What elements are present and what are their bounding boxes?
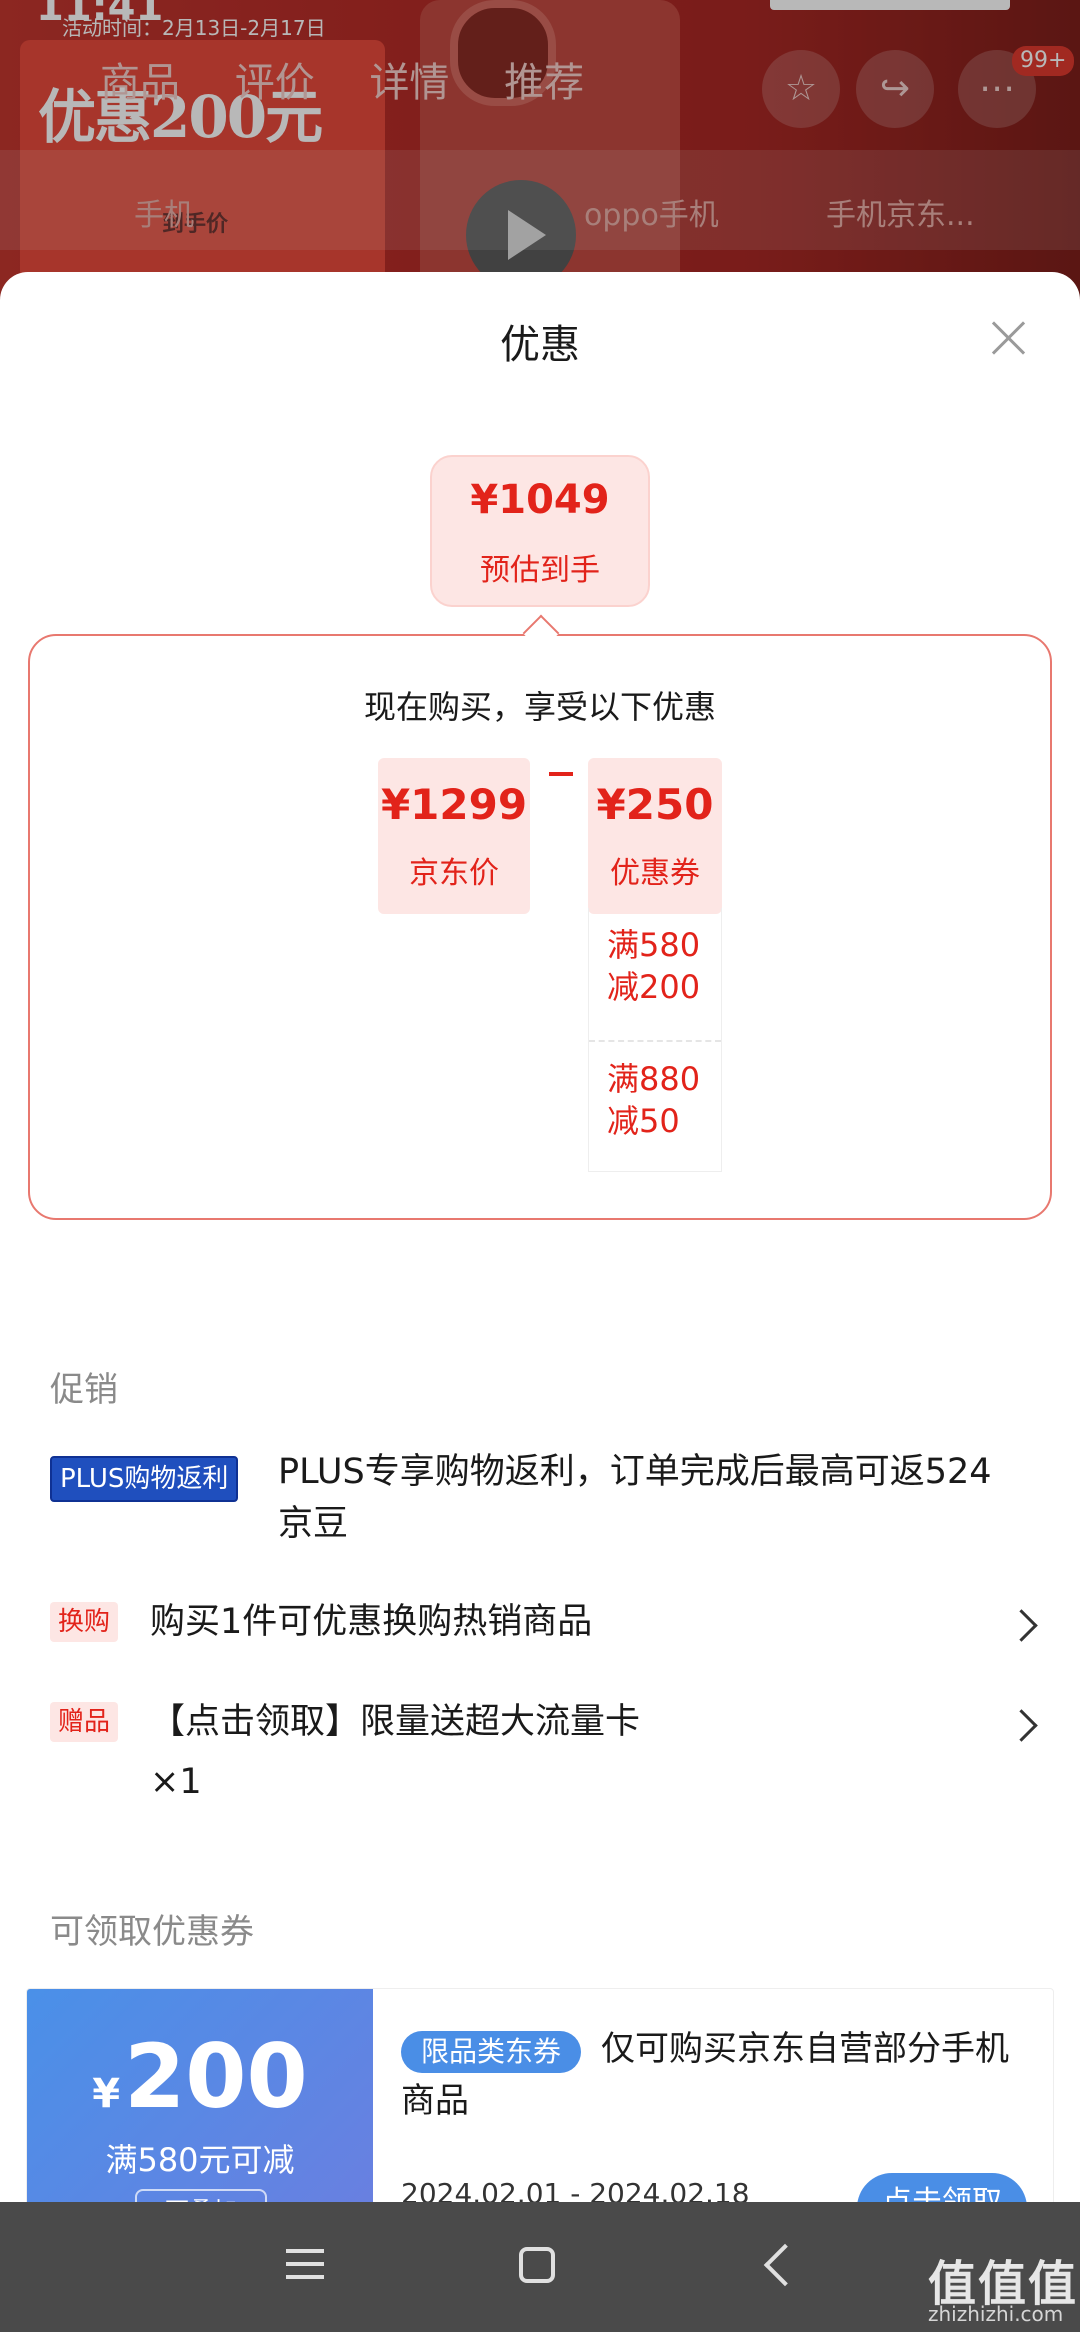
plus-rebate-tag: PLUS购物返利 bbox=[50, 1456, 239, 1502]
coupon-amount: ¥200 bbox=[27, 2025, 373, 2128]
applied-coupon: 满580 减200 bbox=[589, 908, 721, 1040]
promo-text-line: 京豆 bbox=[278, 1504, 349, 1544]
applied-coupon-discount: 减50 bbox=[607, 1102, 680, 1140]
dim-overlay[interactable] bbox=[0, 0, 1080, 300]
applied-coupon-discount: 减200 bbox=[607, 968, 701, 1006]
coupon-condition: 满580元可减 bbox=[105, 2141, 295, 2179]
applied-coupon-threshold: 满880 bbox=[607, 1060, 701, 1098]
jd-price-label: 京东价 bbox=[409, 856, 499, 891]
coupon-currency: ¥ bbox=[92, 2071, 121, 2117]
price-calc-panel: 现在购买，享受以下优惠 ¥1299 京东价 ¥250 优惠券 满580 减200… bbox=[28, 634, 1052, 1220]
claim-coupon-button[interactable]: 点击领取 bbox=[857, 2173, 1027, 2202]
available-coupons-title: 可领取优惠券 bbox=[50, 1912, 254, 1952]
promo-text-line: PLUS专享购物返利，订单完成后最高可返524 bbox=[278, 1452, 992, 1492]
applied-coupon-threshold: 满580 bbox=[607, 926, 701, 964]
system-nav-bar bbox=[0, 2202, 1080, 2332]
coupon-validity: 2024.02.01 - 2024.02.18 bbox=[401, 2177, 750, 2202]
coupon-total-label: 优惠券 bbox=[610, 856, 700, 891]
applied-coupon: 满880 减50 bbox=[589, 1040, 721, 1172]
discount-sheet: 优惠 ¥1049 预估到手 现在购买，享受以下优惠 ¥1299 京东价 ¥250… bbox=[0, 272, 1080, 2202]
coupon-card: ¥200 满580元可减 可叠加 仅可购买京东自营部分手机商品 限品类东券 20… bbox=[26, 1988, 1054, 2202]
promo-text: 【点击领取】限量送超大流量卡 ×1 bbox=[150, 1696, 640, 1808]
chevron-right-icon bbox=[1005, 1609, 1038, 1642]
promo-row-plus[interactable]: PLUS购物返利 PLUS专享购物返利，订单完成后最高可返524 京豆 bbox=[50, 1452, 1030, 1556]
promo-row-gift[interactable]: 赠品 【点击领取】限量送超大流量卡 ×1 bbox=[50, 1702, 1038, 1812]
watermark-url: zhizhizhi.com bbox=[928, 2302, 1064, 2326]
coupon-type-tag: 限品类东券 bbox=[401, 2031, 582, 2073]
promotions-title: 促销 bbox=[50, 1370, 118, 1410]
estimated-price-box: ¥1049 预估到手 bbox=[430, 455, 650, 607]
promo-text-line: 【点击领取】限量送超大流量卡 bbox=[150, 1702, 641, 1742]
estimated-price-label: 预估到手 bbox=[480, 553, 600, 588]
promo-text-line: ×1 bbox=[150, 1762, 202, 1802]
coupon-total-value: ¥250 bbox=[596, 780, 714, 829]
home-icon[interactable] bbox=[519, 2247, 555, 2283]
gift-tag: 赠品 bbox=[50, 1702, 119, 1742]
coupon-value-panel: ¥200 满580元可减 可叠加 bbox=[27, 1989, 373, 2202]
promo-text: PLUS专享购物返利，订单完成后最高可返524 京豆 bbox=[278, 1446, 1038, 1550]
estimated-price: ¥1049 bbox=[470, 477, 610, 523]
exchange-tag: 换购 bbox=[50, 1602, 119, 1642]
coupon-stack-label: 可叠加 bbox=[135, 2189, 267, 2202]
jd-price-block: ¥1299 京东价 bbox=[378, 758, 530, 914]
back-icon[interactable] bbox=[763, 2243, 807, 2287]
promo-row-exchange[interactable]: 换购 购买1件可优惠换购热销商品 bbox=[50, 1602, 1038, 1662]
sheet-title: 优惠 bbox=[500, 322, 580, 368]
minus-icon bbox=[549, 772, 573, 776]
coupon-total-block: ¥250 优惠券 bbox=[588, 758, 722, 914]
close-icon[interactable] bbox=[986, 316, 1030, 360]
promo-text: 购买1件可优惠换购热销商品 bbox=[150, 1602, 593, 1642]
chevron-right-icon bbox=[1005, 1709, 1038, 1742]
calc-subtitle: 现在购买，享受以下优惠 bbox=[363, 688, 716, 726]
recent-apps-icon[interactable] bbox=[286, 2249, 324, 2279]
background-product-page: 11:41 活动时间：2月13日-2月17日 优惠200元 到手价 商品 评价 … bbox=[0, 0, 1080, 300]
jd-price-value: ¥1299 bbox=[380, 780, 528, 829]
coupon-amount-value: 200 bbox=[124, 2025, 308, 2128]
applied-coupon-list: 满580 减200 满880 减50 bbox=[588, 908, 722, 1172]
